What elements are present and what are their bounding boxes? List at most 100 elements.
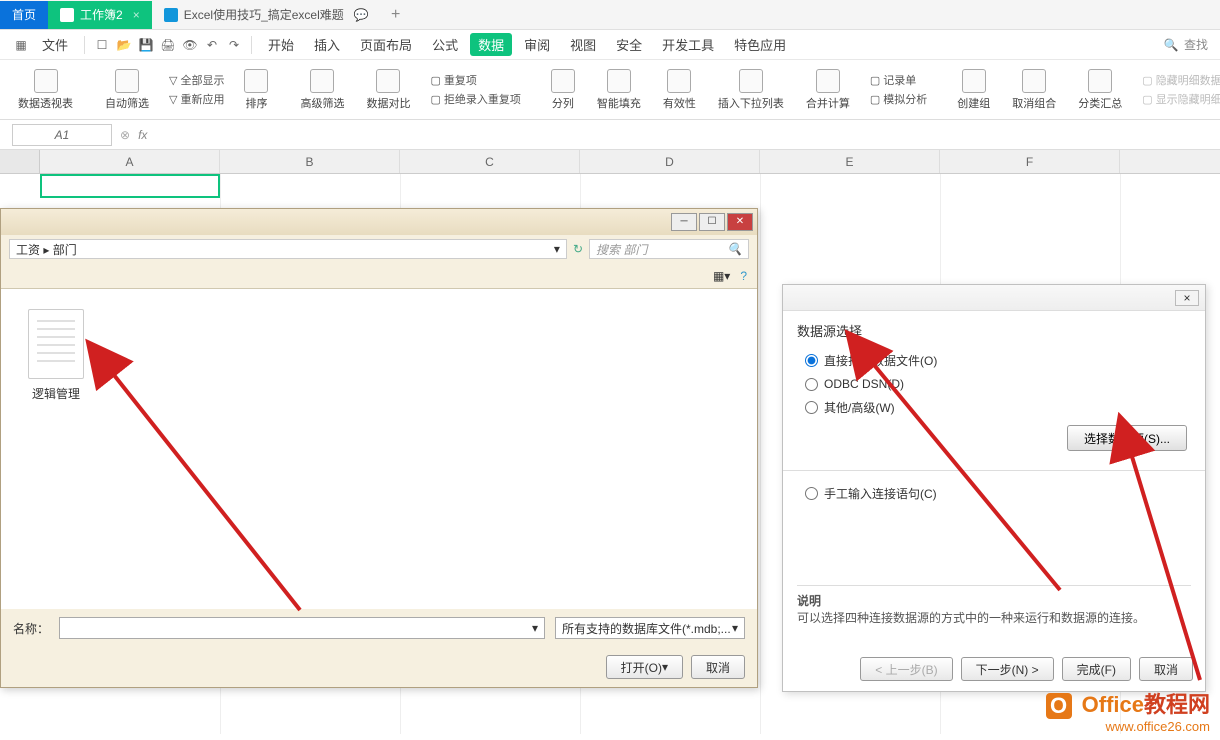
ribbon-fill[interactable]: 智能填充 [589, 67, 649, 113]
ribbon-showall[interactable]: ▽ 全部显示 [169, 72, 224, 88]
tab-article[interactable]: Excel使用技巧_搞定excel难题 💬 [152, 1, 381, 29]
col-A[interactable]: A [40, 150, 220, 173]
ribbon-reject[interactable]: ▢ 拒绝录入重复项 [430, 91, 520, 107]
file-open-dialog: ─ ☐ ✕ 工资 ▸ 部门 ▾ ↻ 搜索 部门 🔍 ▦▾ ? 逻辑管理 名称： … [0, 208, 758, 688]
menu-file[interactable]: 文件 [34, 33, 76, 56]
tab-home[interactable]: 首页 [0, 1, 48, 29]
filename-combo[interactable]: ▾ [59, 617, 545, 639]
help-icon[interactable]: ? [740, 269, 747, 283]
maximize-button[interactable]: ☐ [699, 213, 725, 231]
next-button[interactable]: 下一步(N) > [961, 657, 1054, 681]
minimize-button[interactable]: ─ [671, 213, 697, 231]
search-label: 查找 [1184, 36, 1208, 53]
watermark: O Office教程网 www.office26.com [1046, 687, 1211, 734]
cell-A1-selection[interactable] [40, 174, 220, 198]
menu-insert[interactable]: 插入 [306, 33, 348, 56]
view-icon[interactable]: ▦▾ [713, 269, 730, 283]
undo-icon[interactable]: ↶ [203, 36, 221, 54]
data-source-wizard: × 数据源选择 直接打开数据文件(O) ODBC DSN(D) 其他/高级(W)… [782, 284, 1206, 692]
ribbon-dup[interactable]: 高级筛选 [292, 67, 352, 113]
new-icon[interactable]: ☐ [93, 36, 111, 54]
ribbon-autofilter[interactable]: 自动筛选 [97, 67, 157, 113]
desc-body: 可以选择四种连接数据源的方式中的一种来运行和数据源的连接。 [797, 609, 1191, 626]
ribbon-dropdown[interactable]: 插入下拉列表 [710, 67, 792, 113]
cancel-button[interactable]: 取消 [691, 655, 745, 679]
ribbon-validate[interactable]: 数据对比 [358, 67, 418, 113]
opt-other[interactable]: 其他/高级(W) [797, 395, 1191, 420]
ribbon-consol[interactable]: 合并计算 [798, 67, 858, 113]
breadcrumb[interactable]: 工资 ▸ 部门 ▾ [9, 239, 567, 259]
comment-icon: 💬 [354, 8, 369, 22]
ribbon-dup2[interactable]: ▢ 重复项 [430, 72, 520, 88]
open-button[interactable]: 打开(O) ▾ [606, 655, 683, 679]
save-icon[interactable]: 💾 [137, 36, 155, 54]
col-F[interactable]: F [940, 150, 1120, 173]
wizard-cancel-button[interactable]: 取消 [1139, 657, 1193, 681]
desc-title: 说明 [797, 592, 1191, 609]
ribbon-detail: ▢ 隐藏明细数据 [1142, 72, 1220, 88]
file-item[interactable]: 逻辑管理 [21, 309, 91, 402]
ribbon-pivot[interactable]: 数据透视表 [10, 67, 81, 113]
file-dropdown-icon[interactable]: ▦ [12, 36, 30, 54]
ribbon-ungroup[interactable]: 取消组合 [1004, 67, 1064, 113]
select-all-corner[interactable] [0, 150, 40, 173]
opt-odbc[interactable]: ODBC DSN(D) [797, 373, 1191, 395]
menu-review[interactable]: 审阅 [516, 33, 558, 56]
menu-dev[interactable]: 开发工具 [654, 33, 722, 56]
col-C[interactable]: C [400, 150, 580, 173]
ribbon-valid[interactable]: 有效性 [655, 67, 704, 113]
spreadsheet-icon [60, 8, 74, 22]
formula-bar: A1 ⊗ fx [0, 120, 1220, 150]
menu-data[interactable]: 数据 [470, 33, 512, 56]
close-button[interactable]: ✕ [727, 213, 753, 231]
menu-security[interactable]: 安全 [608, 33, 650, 56]
ribbon-refilter[interactable]: ▽ 重新应用 [169, 91, 224, 107]
file-search-input[interactable]: 搜索 部门 🔍 [589, 239, 749, 259]
new-tab-button[interactable]: + [381, 6, 411, 24]
ribbon-subtotal[interactable]: 创建组 [949, 67, 998, 113]
menu-bar: ▦ 文件 ☐ 📂 💾 🖨 👁 ↶ ↷ 开始 插入 页面布局 公式 数据 审阅 视… [0, 30, 1220, 60]
filename-label: 名称： [13, 620, 49, 637]
ribbon-record[interactable]: ▢ 记录单 [870, 72, 927, 88]
file-label: 逻辑管理 [21, 385, 91, 402]
col-B[interactable]: B [220, 150, 400, 173]
open-icon[interactable]: 📂 [115, 36, 133, 54]
ribbon-outline[interactable]: 分类汇总 [1070, 67, 1130, 113]
opt-manual[interactable]: 手工输入连接语句(C) [797, 481, 1191, 506]
menu-start[interactable]: 开始 [260, 33, 302, 56]
ribbon-simul[interactable]: ▢ 模拟分析 [870, 91, 927, 107]
ribbon-col[interactable]: 分列 [543, 67, 583, 113]
opt-open-file[interactable]: 直接打开数据文件(O) [797, 348, 1191, 373]
app-tabbar: 首页 工作簿2 × Excel使用技巧_搞定excel难题 💬 + [0, 0, 1220, 30]
wizard-section-title: 数据源选择 [797, 321, 1191, 340]
ribbon-sort[interactable]: 排序 [236, 67, 276, 113]
name-box[interactable]: A1 [12, 124, 112, 146]
tab-workbook[interactable]: 工作簿2 × [48, 1, 152, 29]
menu-layout[interactable]: 页面布局 [352, 33, 420, 56]
search-icon: 🔍 [727, 242, 742, 256]
ribbon: 数据透视表 自动筛选 ▽ 全部显示 ▽ 重新应用 排序 高级筛选 数据对比 ▢ … [0, 60, 1220, 120]
search-icon[interactable]: 🔍 [1162, 36, 1180, 54]
back-button: < 上一步(B) [860, 657, 952, 681]
select-source-button[interactable]: 选择数据源(S)... [1067, 425, 1187, 451]
file-icon [28, 309, 84, 379]
print-icon[interactable]: 🖨 [159, 36, 177, 54]
preview-icon[interactable]: 👁 [181, 36, 199, 54]
redo-icon[interactable]: ↷ [225, 36, 243, 54]
document-icon [164, 8, 178, 22]
chevron-down-icon[interactable]: ▾ [554, 242, 560, 256]
col-D[interactable]: D [580, 150, 760, 173]
menu-view[interactable]: 视图 [562, 33, 604, 56]
fx-cancel-icon[interactable]: ⊗ [120, 128, 130, 142]
watermark-icon: O [1046, 693, 1072, 719]
close-icon[interactable]: × [133, 8, 140, 22]
filter-combo[interactable]: 所有支持的数据库文件(*.mdb;...▾ [555, 617, 745, 639]
menu-special[interactable]: 特色应用 [726, 33, 794, 56]
refresh-icon[interactable]: ↻ [573, 242, 583, 256]
finish-button[interactable]: 完成(F) [1062, 657, 1131, 681]
menu-formula[interactable]: 公式 [424, 33, 466, 56]
wizard-close-button[interactable]: × [1175, 290, 1199, 306]
col-E[interactable]: E [760, 150, 940, 173]
ribbon-edit: ▢ 显示隐藏明细 [1142, 91, 1220, 107]
fx-icon[interactable]: fx [138, 128, 147, 142]
